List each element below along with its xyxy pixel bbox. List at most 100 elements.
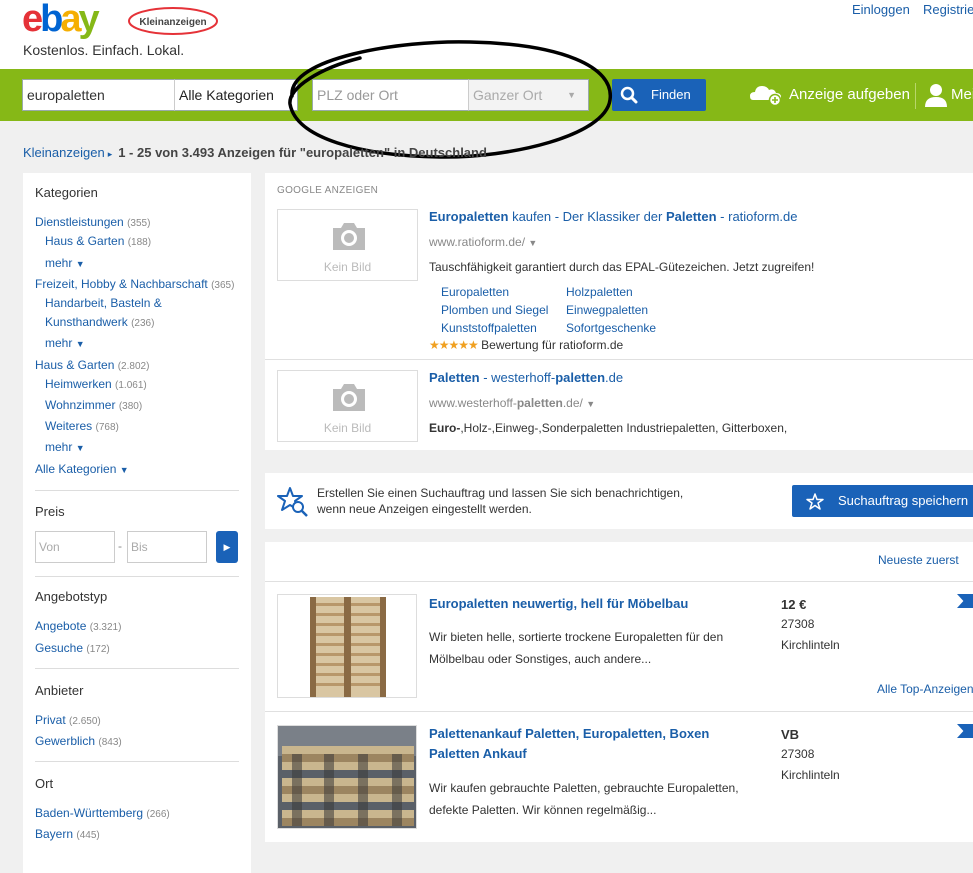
listing-image[interactable]: [277, 594, 417, 698]
camera-icon: [333, 384, 365, 411]
save-search-line: wenn neue Anzeigen eingestellt werden.: [317, 502, 532, 516]
category-link-freizeit[interactable]: Freizeit, Hobby & Nachbarschaft (365): [35, 277, 234, 291]
ad-description: Tauschfähigkeit garantiert durch das EPA…: [429, 260, 815, 274]
subcategory-link[interactable]: Weiteres (768): [45, 419, 119, 433]
ad-sitelink[interactable]: Kunststoffpaletten: [441, 321, 537, 335]
user-icon: [925, 84, 947, 107]
count: (266): [146, 809, 170, 820]
ad-title-part: - westerhoff-: [479, 370, 556, 385]
more-label: mehr: [45, 256, 73, 270]
ebay-kleinanzeigen-logo[interactable]: ebay Kleinanzeigen: [22, 0, 222, 40]
price-apply-button[interactable]: ▶: [216, 531, 238, 563]
star-search-icon: [277, 487, 308, 517]
more-link[interactable]: mehr ▼: [45, 336, 85, 350]
offer-type-link[interactable]: Gesuche (172): [35, 641, 110, 655]
search-input[interactable]: europaletten: [22, 79, 174, 111]
results-summary: 1 - 25 von 3.493 Anzeigen für "europalet…: [118, 145, 487, 160]
count: (843): [98, 737, 122, 748]
ad-sitelink[interactable]: Sofortgeschenke: [566, 321, 656, 335]
ad-url-text: www.westerhoff-: [429, 396, 517, 410]
post-ad-icon: [750, 86, 782, 106]
category-link-dienstleistungen[interactable]: Dienstleistungen (355): [35, 215, 150, 229]
google-ads-panel: GOOGLE ANZEIGEN Kein Bild Europaletten k…: [265, 173, 973, 450]
filter-sidebar: Kategorien Dienstleistungen (355) Haus &…: [23, 173, 251, 873]
subcategory-link[interactable]: Heimwerken (1.061): [45, 377, 147, 391]
divider: [265, 359, 973, 360]
listing-price: VB: [781, 727, 800, 742]
subcategory-link[interactable]: Kunsthandwerk (236): [45, 315, 154, 329]
chevron-down-icon[interactable]: ▼: [528, 238, 537, 248]
subcategory-label: Heimwerken: [45, 377, 112, 391]
category-link-haus-garten[interactable]: Haus & Garten (2.802): [35, 358, 149, 372]
no-image-placeholder[interactable]: Kein Bild: [277, 370, 418, 442]
save-search-label: Suchauftrag speichern: [838, 493, 969, 508]
price-dash: -: [118, 539, 122, 553]
find-button[interactable]: Finden: [612, 79, 706, 111]
no-image-label: Kein Bild: [323, 260, 372, 274]
no-image-placeholder[interactable]: Kein Bild: [277, 209, 418, 281]
chevron-down-icon[interactable]: ▼: [586, 399, 595, 409]
listing-title-link[interactable]: Palettenankauf Paletten, Europaletten, B…: [429, 724, 739, 764]
provider-link[interactable]: Privat (2.650): [35, 713, 101, 727]
no-image-label: Kein Bild: [323, 421, 372, 435]
ad-url: www.ratioform.de/ ▼: [429, 235, 537, 249]
ad-title-part: .de: [605, 370, 624, 385]
subcategory-label: Haus & Garten: [45, 234, 125, 248]
listing-city: Kirchlinteln: [781, 638, 840, 652]
all-top-ads-link[interactable]: Alle Top-Anzeigen: [877, 682, 973, 696]
price-to-input[interactable]: Bis: [127, 531, 207, 563]
more-link[interactable]: mehr ▼: [45, 256, 85, 270]
divider: [915, 83, 916, 109]
ad-sitelink[interactable]: Einwegpaletten: [566, 303, 648, 317]
ad-sitelink[interactable]: Plomben und Siegel: [441, 303, 548, 317]
play-icon: ▶: [223, 542, 231, 552]
subcategory-link[interactable]: Wohnzimmer (380): [45, 398, 142, 412]
login-link[interactable]: Einloggen: [852, 2, 910, 17]
ad-url-text: www.ratioform.de/: [429, 235, 526, 249]
location-link[interactable]: Baden-Württemberg (266): [35, 806, 170, 820]
tagline: Kostenlos. Einfach. Lokal.: [23, 42, 185, 58]
ad-title-part: Paletten: [665, 209, 717, 224]
listing-description: Wir bieten helle, sortierte trockene Eur…: [429, 630, 724, 666]
ad-url: www.westerhoff-paletten.de/ ▼: [429, 396, 595, 410]
ad-title-link[interactable]: Europaletten kaufen - Der Klassiker der …: [429, 209, 797, 224]
ad-rating: ★★★★★ Bewertung für ratioform.de: [429, 338, 623, 352]
count: (236): [131, 318, 155, 329]
ad-url-text: paletten: [516, 396, 563, 410]
divider: [35, 761, 239, 762]
subcategory-link[interactable]: Haus & Garten (188): [45, 234, 151, 248]
ad-sitelink[interactable]: Europaletten: [441, 285, 509, 299]
save-search-line: Erstellen Sie einen Suchauftrag und lass…: [317, 486, 684, 500]
breadcrumb: Kleinanzeigen ▸ 1 - 25 von 3.493 Anzeigen …: [23, 145, 487, 160]
register-link[interactable]: Registrieren: [923, 2, 973, 17]
ad-title-part: Paletten: [429, 370, 480, 385]
count: (172): [86, 644, 110, 655]
ad-sitelink[interactable]: Holzpaletten: [566, 285, 633, 299]
star-rating-icon: ★★★★★: [429, 338, 479, 352]
provider-link[interactable]: Gewerblich (843): [35, 734, 122, 748]
listing-zip: 27308: [781, 747, 815, 761]
subcategory-link[interactable]: Handarbeit, Basteln &: [45, 296, 162, 310]
offer-type-link[interactable]: Angebote (3.321): [35, 619, 121, 633]
count: (1.061): [115, 380, 147, 391]
svg-text:Kleinanzeigen: Kleinanzeigen: [139, 17, 206, 28]
sort-select[interactable]: Neueste zuerst: [878, 553, 959, 567]
more-link[interactable]: mehr ▼: [45, 440, 85, 454]
chevron-down-icon: ▼: [119, 465, 129, 475]
all-categories-label: Alle Kategorien: [35, 462, 117, 476]
ad-title-part: kaufen - Der Klassiker der: [508, 209, 666, 224]
price-from-input[interactable]: Von: [35, 531, 115, 563]
chevron-down-icon: ▼: [75, 259, 85, 269]
location-link[interactable]: Bayern (445): [35, 827, 100, 841]
save-search-button[interactable]: Suchauftrag speichern: [792, 485, 973, 517]
listing-image[interactable]: [277, 725, 417, 829]
breadcrumb-root-link[interactable]: Kleinanzeigen: [23, 145, 105, 160]
subcategory-label: Kunsthandwerk: [45, 315, 128, 329]
ad-title-part: paletten: [555, 370, 606, 385]
ad-title-link[interactable]: Paletten - westerhoff-paletten.de: [429, 370, 623, 385]
listing-title-link[interactable]: Europaletten neuwertig, hell für Möbelba…: [429, 594, 759, 614]
location-label: Baden-Württemberg: [35, 806, 144, 820]
all-categories-link[interactable]: Alle Kategorien ▼: [35, 462, 129, 476]
svg-text:ebay: ebay: [22, 0, 100, 40]
provider-heading: Anbieter: [35, 683, 84, 698]
